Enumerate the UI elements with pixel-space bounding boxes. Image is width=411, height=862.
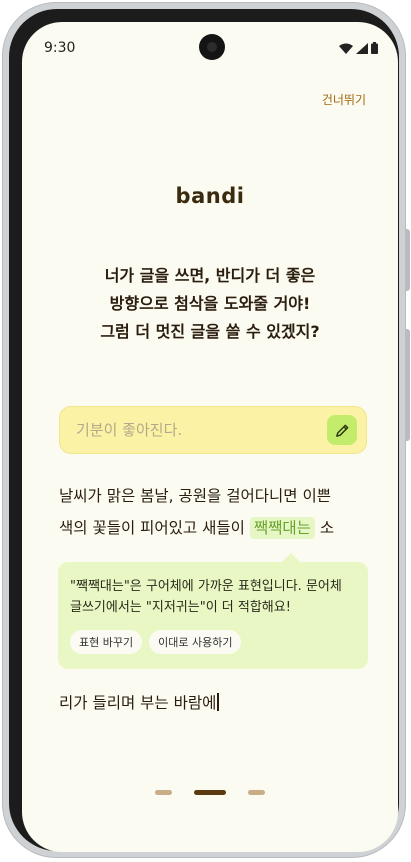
text-cursor (217, 693, 220, 711)
bezel: 9:30 건너뛰기 bandi 너가 글을 쓰면, 반디가 더 좋은 방향으로 … (9, 9, 399, 852)
editor-line: 리가 들리며 부는 바람에 (59, 691, 220, 713)
battery-icon (371, 42, 378, 54)
page-dot[interactable] (248, 790, 265, 795)
mood-input-box (59, 406, 367, 454)
rephrase-button[interactable]: 표현 바꾸기 (70, 630, 143, 654)
screen: 9:30 건너뛰기 bandi 너가 글을 쓰면, 반디가 더 좋은 방향으로 … (22, 22, 398, 852)
editor-line: 날씨가 맑은 봄날, 공원을 걸어다니면 이쁜 (59, 487, 331, 505)
front-camera (199, 34, 225, 60)
phone-frame: 9:30 건너뛰기 bandi 너가 글을 쓰면, 반디가 더 좋은 방향으로 … (2, 2, 410, 858)
signal-icon (356, 42, 368, 54)
status-icons (339, 42, 378, 54)
status-time: 9:30 (44, 40, 76, 56)
page-dot[interactable] (155, 790, 172, 795)
highlighted-word[interactable]: 짹짹대는 (249, 517, 315, 539)
keep-as-is-button[interactable]: 이대로 사용하기 (149, 630, 242, 654)
suggestion-line: "짹짹대는"은 구어체에 가까운 표현입니다. 문어체 (70, 579, 342, 594)
bandi-logo: bandi (175, 184, 245, 208)
skip-button[interactable]: 건너뛰기 (322, 91, 366, 108)
page-dot-active[interactable] (194, 790, 226, 795)
editor-text: 색의 꽃들이 피어있고 새들이 (59, 519, 250, 537)
editor-text: 소 (314, 519, 335, 537)
mood-input[interactable] (76, 421, 316, 439)
editor-text: 리가 들리며 부는 바람에 (59, 694, 217, 712)
page-indicator (22, 790, 398, 795)
pencil-icon (335, 424, 348, 437)
wifi-icon (339, 43, 353, 54)
suggestion-tooltip: "짹짹대는"은 구어체에 가까운 표현입니다. 문어체 글쓰기에서는 "지저귀는… (58, 553, 368, 669)
suggestion-text: "짹짹대는"은 구어체에 가까운 표현입니다. 문어체 글쓰기에서는 "지저귀는… (70, 576, 356, 618)
headline-line: 방향으로 첨삭을 도와줄 거야! (109, 294, 311, 313)
power-button (406, 329, 410, 441)
volume-button (406, 229, 410, 291)
editor-line: 색의 꽃들이 피어있고 새들이 짹짹대는 소 (59, 516, 335, 539)
edit-button[interactable] (327, 415, 357, 445)
onboarding-headline: 너가 글을 쓰면, 반디가 더 좋은 방향으로 첨삭을 도와줄 거야! 그럼 더… (22, 262, 398, 346)
headline-line: 너가 글을 쓰면, 반디가 더 좋은 (104, 266, 316, 285)
headline-line: 그럼 더 멋진 글을 쓸 수 있겠지? (100, 322, 320, 341)
suggestion-line: 글쓰기에서는 "지저귀는"이 더 적합해요! (70, 600, 291, 615)
suggestion-actions: 표현 바꾸기 이대로 사용하기 (70, 630, 356, 654)
